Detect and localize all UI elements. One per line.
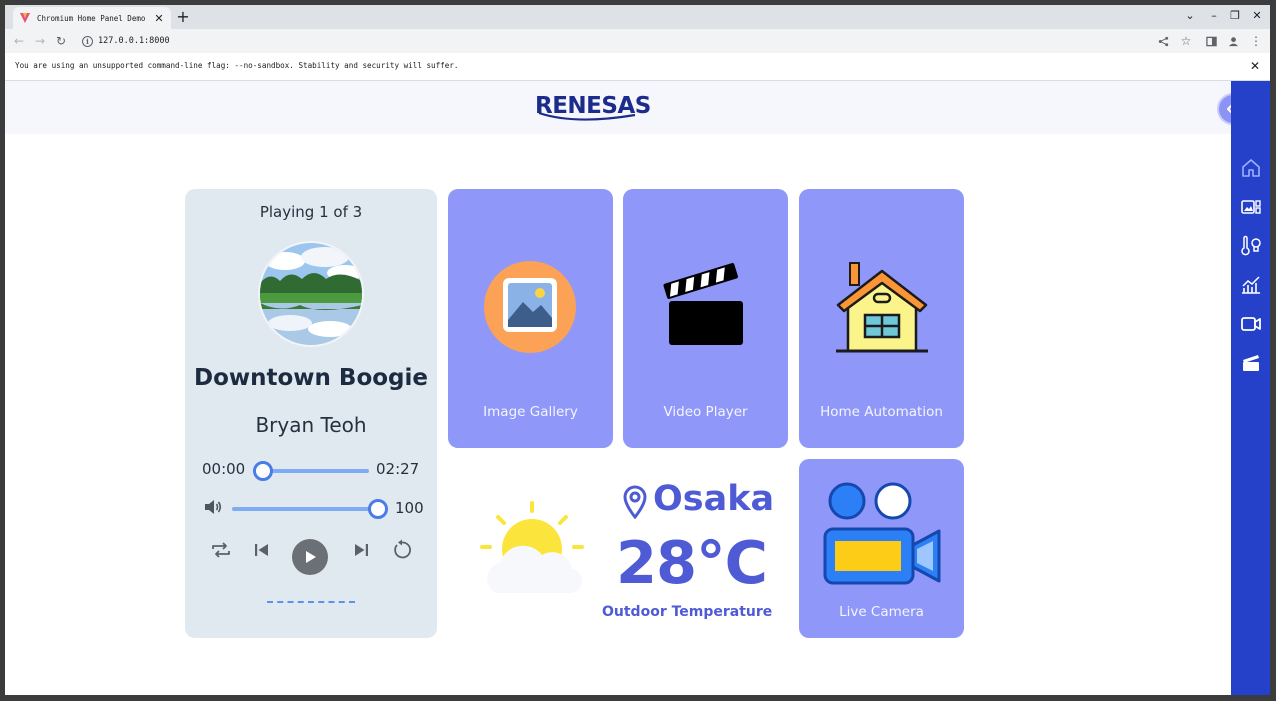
previous-track-icon[interactable] [250,538,274,562]
sidebar-item-charts[interactable] [1240,274,1262,296]
playlist-indicator [267,601,355,603]
repeat-icon[interactable] [209,538,233,562]
chromium-favicon-icon [20,13,30,23]
play-button[interactable] [292,539,328,575]
next-track-icon[interactable] [349,538,373,562]
progress-track[interactable] [263,469,369,473]
tab-strip: Chromium Home Panel Demo ✕ + ⌄ – ❐ ✕ [5,5,1270,29]
svg-text:RENESAS: RENESAS [535,93,651,119]
album-art [258,241,364,347]
back-button[interactable]: ← [11,33,27,49]
bookmark-star-icon[interactable]: ☆ [1178,33,1194,49]
infobar-close-icon[interactable]: ✕ [1250,59,1260,73]
site-info-icon[interactable]: i [82,36,93,47]
browser-tab[interactable]: Chromium Home Panel Demo ✕ [13,7,171,29]
home-panel-page: RENESAS Playing 1 of 3 Downtown Boogie B… [5,81,1270,695]
home-automation-tile[interactable]: Home Automation [799,189,964,448]
reload-button[interactable]: ↻ [53,33,69,49]
music-player-card: Playing 1 of 3 Downtown Boogie Bryan Teo… [185,189,437,638]
artist-name: Bryan Teoh [255,413,367,437]
playlist-status: Playing 1 of 3 [259,203,363,221]
browser-toolbar: ← → ↻ i 127.0.0.1:8000 ☆ ⋮ [5,29,1270,53]
volume-track[interactable] [232,507,378,511]
volume-value: 100 [395,499,424,517]
sidebar-item-home-automation[interactable] [1240,235,1262,257]
tile-label-home-automation: Home Automation [820,404,943,420]
close-window-button[interactable]: ✕ [1248,8,1266,24]
tile-label-live-camera: Live Camera [839,604,924,620]
menu-kebab-icon[interactable]: ⋮ [1248,33,1264,49]
infobar: You are using an unsupported command-lin… [5,53,1270,81]
tab-title: Chromium Home Panel Demo [37,13,146,23]
volume-icon[interactable] [203,498,223,516]
side-panel-icon[interactable] [1206,36,1217,47]
clapperboard-icon [663,263,743,345]
profile-icon[interactable] [1228,36,1239,47]
image-gallery-icon [484,261,576,353]
forward-button[interactable]: → [32,33,48,49]
location-pin-icon [623,485,647,519]
video-player-tile[interactable]: Video Player [623,189,788,448]
new-tab-button[interactable]: + [175,7,191,27]
house-icon [836,262,928,353]
browser-window: Chromium Home Panel Demo ✕ + ⌄ – ❐ ✕ ← →… [5,5,1270,695]
image-gallery-tile[interactable]: Image Gallery [448,189,613,448]
sidebar-item-video-player[interactable] [1240,352,1262,374]
share-icon[interactable] [1158,36,1169,47]
page-header: RENESAS [5,81,1231,134]
progress-knob[interactable] [253,461,273,481]
elapsed-time: 00:00 [202,460,246,478]
live-camera-tile[interactable]: Live Camera [799,459,964,638]
weather-temperature: 28°C [616,528,768,597]
sidebar-item-home[interactable] [1240,157,1262,179]
sidebar-item-live-camera[interactable] [1240,313,1262,335]
weather-city: Osaka [653,479,775,519]
sidebar-item-gallery[interactable] [1240,196,1262,218]
tab-close-icon[interactable]: ✕ [153,12,165,25]
play-icon [306,551,316,563]
address-bar[interactable]: 127.0.0.1:8000 [98,33,170,49]
minimize-button[interactable]: – [1205,8,1223,24]
restart-icon[interactable] [390,538,414,562]
tile-label-image-gallery: Image Gallery [483,404,578,420]
tab-search-icon[interactable]: ⌄ [1181,8,1199,24]
volume-knob[interactable] [368,499,388,519]
video-camera-icon [823,482,941,585]
sun-cloud-icon [480,501,584,594]
restore-button[interactable]: ❐ [1226,8,1244,24]
infobar-message: You are using an unsupported command-lin… [15,61,459,70]
weather-caption: Outdoor Temperature [602,604,773,620]
tile-label-video-player: Video Player [663,404,748,420]
duration-time: 02:27 [376,460,420,478]
song-title: Downtown Boogie [193,365,429,391]
sidebar [1231,81,1270,695]
renesas-logo: RENESAS [535,93,651,121]
